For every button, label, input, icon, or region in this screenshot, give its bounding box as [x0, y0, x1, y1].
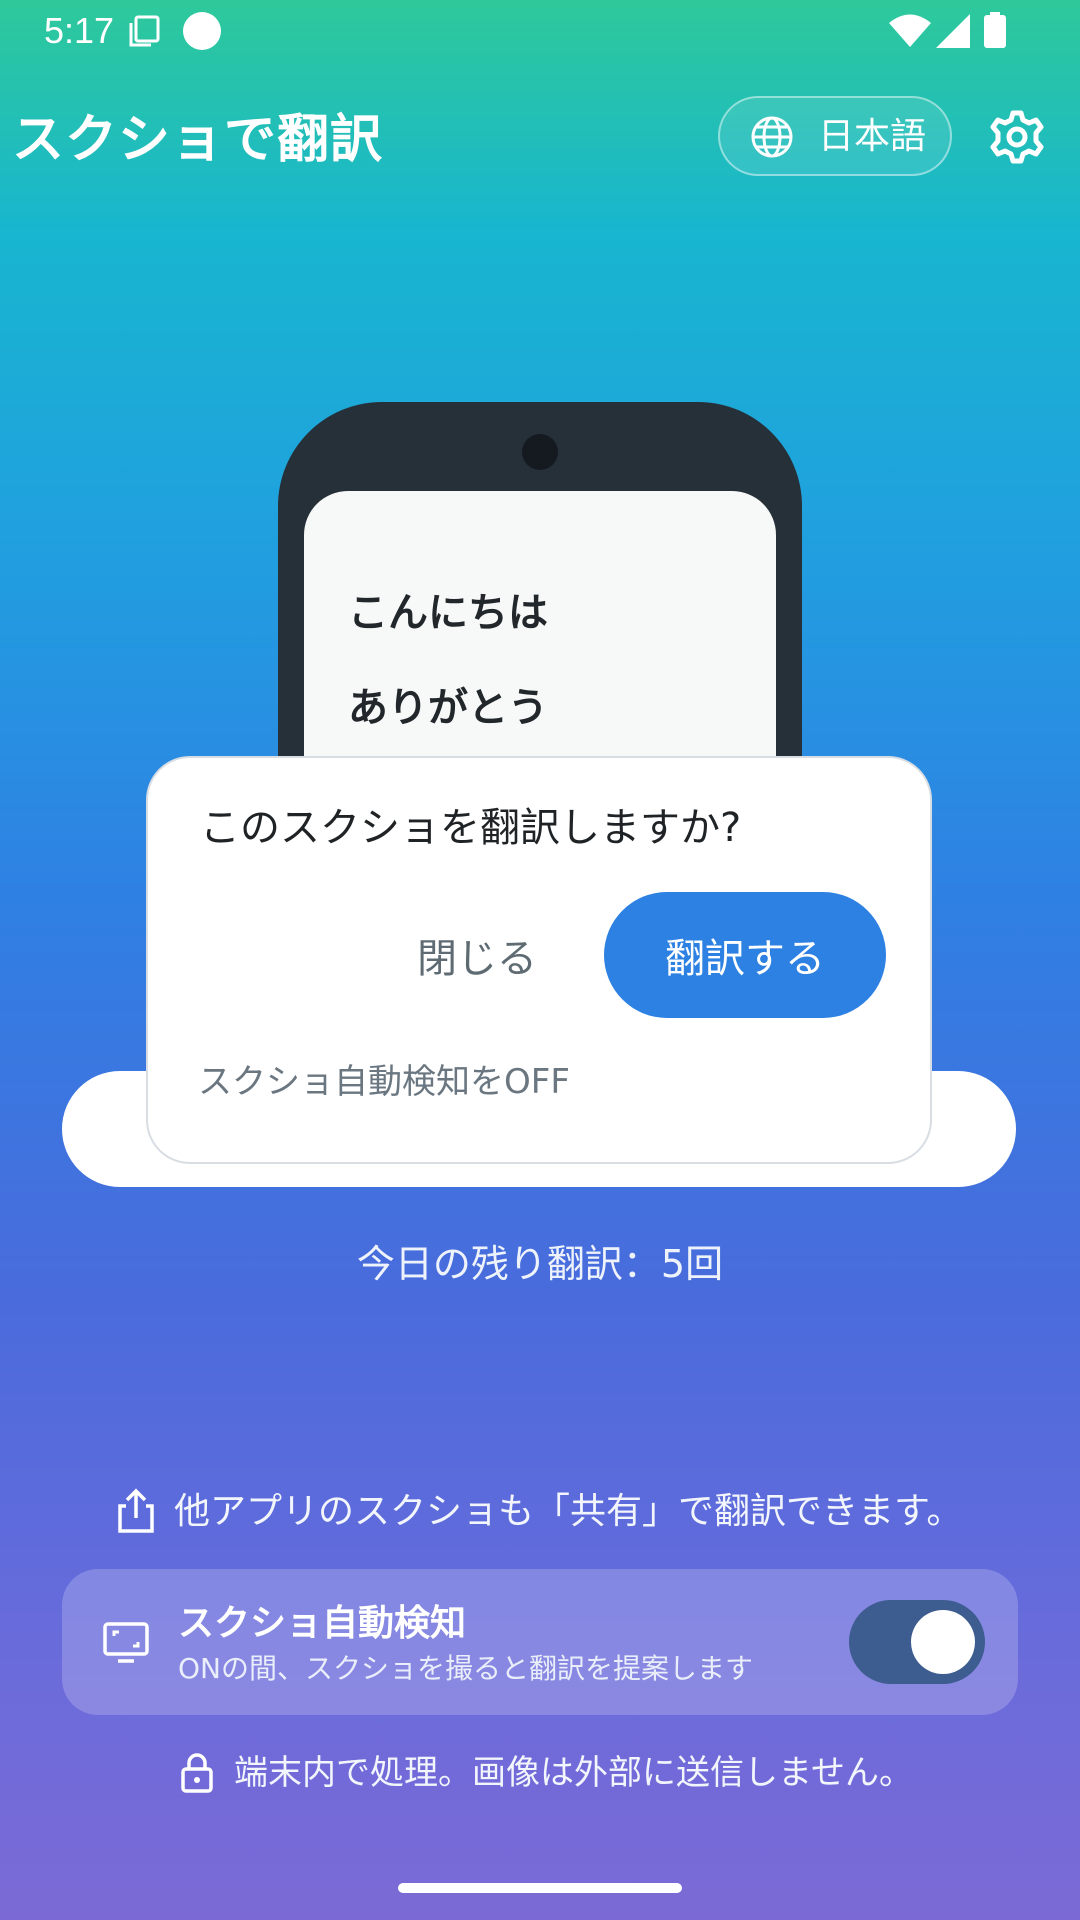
- app-title: スクショで翻訳: [12, 110, 384, 170]
- remaining-translations: 今日の残り翻訳：5回: [356, 1242, 724, 1286]
- toggle-knob: [911, 1610, 975, 1674]
- phone-text-line-1: こんにちは: [348, 590, 548, 636]
- signal-icon: [936, 14, 970, 48]
- close-button[interactable]: 閉じる: [384, 892, 570, 1018]
- translate-button[interactable]: 翻訳する: [604, 892, 886, 1018]
- battery-icon: [984, 12, 1006, 48]
- language-label: 日本語: [818, 116, 927, 157]
- auto-detect-description: ONの間、スクショを撮ると翻訳を提案します: [178, 1652, 753, 1685]
- auto-detect-toggle[interactable]: [849, 1600, 985, 1684]
- privacy-text: 端末内で処理。画像は外部に送信しません。: [234, 1753, 913, 1793]
- language-button[interactable]: 日本語: [718, 96, 952, 176]
- status-time: 5:17: [44, 10, 115, 51]
- share-hint-text: 他アプリのスクショも「共有」で翻訳できます。: [174, 1491, 963, 1532]
- dialog-question: このスクショを翻訳しますか?: [200, 805, 742, 851]
- phone-camera: [522, 434, 558, 470]
- auto-detect-off-link[interactable]: スクショ自動検知をOFF: [198, 1057, 570, 1107]
- privacy-note: 端末内で処理。画像は外部に送信しません。: [180, 1745, 940, 1801]
- lock-icon: [181, 1753, 213, 1793]
- phone-screen: [304, 491, 776, 791]
- screenshot-icon: [129, 15, 160, 47]
- globe-icon: [751, 116, 793, 158]
- gear-icon[interactable]: [990, 110, 1044, 164]
- gesture-bar[interactable]: [398, 1883, 682, 1893]
- phone-text-line-2: ありがとう: [348, 685, 548, 731]
- share-hint: 他アプリのスクショも「共有」で翻訳できます。: [116, 1484, 996, 1540]
- share-icon: [118, 1488, 154, 1533]
- auto-detect-title: スクショ自動検知: [178, 1603, 467, 1644]
- dot-icon: [183, 12, 221, 50]
- wifi-icon: [889, 14, 931, 47]
- screen-icon: [103, 1622, 149, 1663]
